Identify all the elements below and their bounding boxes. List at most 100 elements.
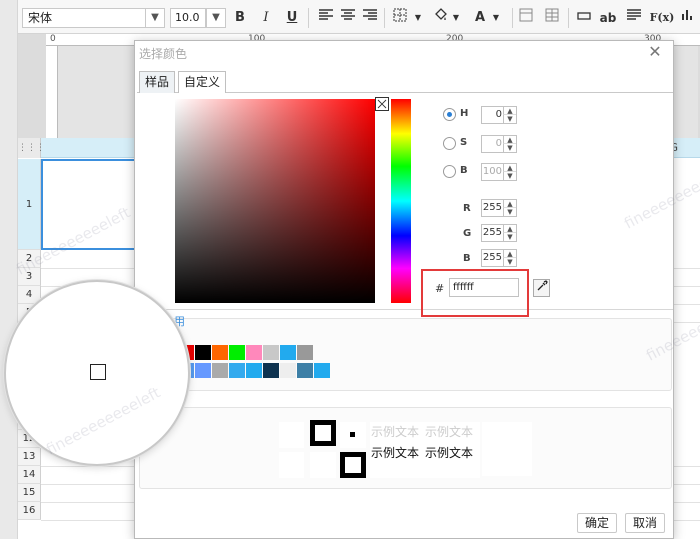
color-swatch[interactable] [195,363,211,378]
cancel-button[interactable]: 取消 [625,513,666,533]
chevron-down-icon[interactable]: ▼ [503,208,516,216]
text-button[interactable]: ab [598,8,618,28]
color-swatch[interactable] [263,363,279,378]
toolbar: 宋体 ▼ 10.0 ▼ B I U ▼ ▼ A ▼ ab F(x) [18,0,700,34]
chevron-down-icon[interactable]: ▼ [503,115,516,123]
chevron-up-icon[interactable]: ▲ [503,107,516,115]
green-stepper[interactable]: 255 ▲ ▼ [481,224,517,242]
preview-text: 示例文本 [425,425,474,439]
chevron-down-icon[interactable]: ▼ [446,8,466,28]
row-header[interactable]: 1 [18,159,41,250]
dialog-title: 选择颜色 [139,47,188,61]
row-header[interactable]: 13 [18,448,41,466]
chevron-down-icon[interactable]: ▼ [145,8,165,28]
hex-label: # [435,282,445,295]
preview-swatch [279,422,304,448]
chevron-down-icon[interactable]: ▼ [206,8,226,28]
color-swatch[interactable] [297,345,313,360]
radio-selected-icon[interactable] [443,108,456,121]
radio-icon[interactable] [443,137,456,150]
color-swatch[interactable] [229,363,245,378]
bold-button[interactable]: B [230,8,250,28]
color-swatch[interactable] [246,363,262,378]
stepper-value: 0 [495,138,502,149]
saturation-brightness-picker[interactable] [175,99,375,303]
color-swatch[interactable] [314,363,330,378]
color-swatch[interactable] [212,345,228,360]
color-swatch[interactable] [280,345,296,360]
chevron-down-icon[interactable]: ▼ [503,144,516,152]
select-all-icon[interactable]: ⋮⋮⋮ [18,138,45,158]
left-strip [0,0,18,539]
green-label: G [463,228,472,239]
vertical-ruler [46,46,58,138]
blue-label: B [463,253,471,264]
preview-border-box [310,420,336,446]
stepper-value: 255 [482,202,502,213]
hex-input[interactable]: ffffff [449,278,519,297]
hue-slider[interactable] [391,99,411,303]
toolbar-divider [384,8,385,28]
hue-stepper[interactable]: 0 ▲ ▼ [481,106,517,124]
color-swatch[interactable] [280,363,296,378]
dialog-tabs: 样品 自定义 [137,71,673,94]
chevron-down-icon[interactable]: ▼ [503,233,516,241]
chevron-down-icon[interactable]: ▼ [486,8,506,28]
italic-button[interactable]: I [256,8,276,28]
chevron-down-icon[interactable]: ▼ [503,258,516,266]
chart-icon[interactable] [678,8,698,28]
stepper-value: 255 [482,252,502,263]
merge-cells-icon[interactable] [516,8,536,28]
radio-label: S [460,137,468,148]
preview-swatch [310,452,336,478]
color-swatch[interactable] [297,363,313,378]
magnifier-lens [4,280,190,466]
align-right-icon[interactable] [360,8,380,28]
chevron-up-icon[interactable]: ▲ [503,250,516,258]
chevron-up-icon[interactable]: ▲ [503,164,516,172]
chevron-up-icon[interactable]: ▲ [503,200,516,208]
row-header[interactable]: 14 [18,466,41,484]
toolbar-divider [308,8,309,28]
red-label: R [463,203,471,214]
font-size-select[interactable]: 10.0 [170,8,206,28]
underline-button[interactable]: U [282,8,302,28]
align-center-icon[interactable] [338,8,358,28]
color-picker-dialog: 选择颜色 ✕ 样品 自定义 H 0 ▲ ▼ S 0 ▲ ▼ B 100 ▲ ▼ … [134,40,674,539]
chevron-down-icon[interactable]: ▼ [503,172,516,180]
color-swatch[interactable] [263,345,279,360]
insert-row-icon[interactable] [574,8,594,28]
blue-stepper[interactable]: 255 ▲ ▼ [481,249,517,267]
row-header[interactable]: 16 [18,502,41,520]
tab-custom[interactable]: 自定义 [178,71,227,94]
saturation-stepper[interactable]: 0 ▲ ▼ [481,135,517,153]
row-header[interactable]: 15 [18,484,41,502]
chevron-down-icon[interactable]: ▼ [408,8,428,28]
preview-panel: 示例文本 示例文本 示例文本 示例文本 [139,407,672,489]
ok-button[interactable]: 确定 [577,513,618,533]
brightness-stepper[interactable]: 100 ▲ ▼ [481,163,517,181]
chevron-up-icon[interactable]: ▲ [503,225,516,233]
color-swatch[interactable] [212,363,228,378]
preview-text: 示例文本 [371,425,420,439]
eyedropper-icon[interactable] [533,279,550,297]
align-left-icon[interactable] [316,8,336,28]
color-swatch[interactable] [195,345,211,360]
magnifier-pixel [90,364,106,380]
picker-cursor-icon[interactable] [375,97,389,111]
color-swatch[interactable] [246,345,262,360]
toolbar-divider [568,8,569,28]
red-stepper[interactable]: 255 ▲ ▼ [481,199,517,217]
close-icon[interactable]: ✕ [647,43,663,61]
paragraph-icon[interactable] [624,8,644,28]
font-family-select[interactable]: 宋体 [22,8,165,28]
split-cells-icon[interactable] [542,8,562,28]
color-swatch[interactable] [229,345,245,360]
chevron-up-icon[interactable]: ▲ [503,136,516,144]
radio-icon[interactable] [443,165,456,178]
recent-colors-panel: 用 [139,315,672,391]
tab-samples[interactable]: 样品 [139,71,176,93]
formula-button[interactable]: F(x) [648,8,676,28]
border-icon[interactable] [390,8,410,28]
preview-dot [350,432,355,437]
